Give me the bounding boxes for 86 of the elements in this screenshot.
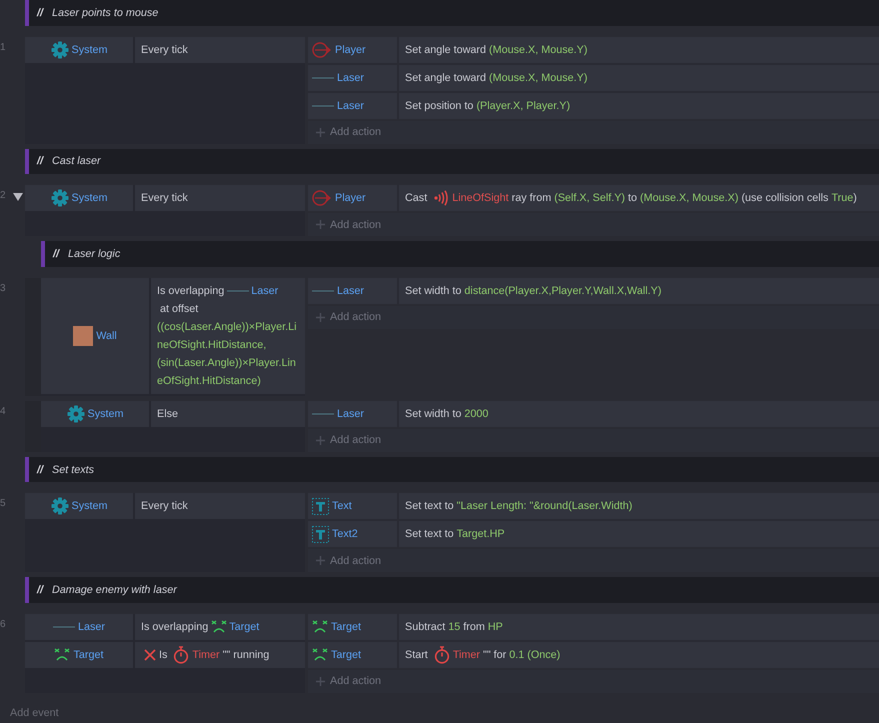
action-object[interactable]: Text xyxy=(308,493,397,520)
add-action-button[interactable]: Add action xyxy=(308,126,382,138)
plus-icon xyxy=(316,556,325,566)
condition-item[interactable]: Is overlapping Laser at offset ((cos(Laser.Angle))×Player.LineOfSight.HitDistance, (sin(Laser.Angle))×Player.LineOfSight.HitDistance) xyxy=(151,278,305,394)
add-action-button[interactable]: Add action xyxy=(308,554,382,567)
frown-icon xyxy=(211,620,228,634)
plus-icon xyxy=(316,220,325,230)
gear-icon xyxy=(50,40,68,59)
comment-marker: // xyxy=(37,155,43,168)
plus-icon xyxy=(316,676,325,686)
action-item[interactable]: Subtract 15 from HP xyxy=(399,614,879,640)
comment-marker: // xyxy=(53,248,59,260)
action-item[interactable]: Start Timer "" for 0.1 (Once) xyxy=(399,642,879,668)
condition-item[interactable]: Every tick xyxy=(135,493,305,520)
comment-text: Laser logic xyxy=(68,248,120,260)
action-object[interactable]: Laser xyxy=(308,278,397,304)
action-object[interactable]: Laser xyxy=(308,400,397,427)
condition-item[interactable]: Every tick xyxy=(135,185,305,212)
comment-text: Damage enemy with laser xyxy=(52,584,177,596)
circle-arrow-icon xyxy=(312,189,332,208)
action-object[interactable]: Laser xyxy=(308,64,397,91)
event-number: 3 xyxy=(0,282,6,294)
action-object[interactable]: Target xyxy=(308,614,397,640)
event-number: 4 xyxy=(0,406,6,417)
stopwatch-icon xyxy=(173,646,190,664)
condition-item[interactable]: Is overlapping Target xyxy=(135,614,305,640)
action-object[interactable]: Player xyxy=(308,185,397,212)
frown-icon xyxy=(312,620,328,634)
action-object[interactable]: Laser xyxy=(308,92,397,119)
condition-object[interactable]: System xyxy=(25,493,133,520)
condition-object[interactable]: System xyxy=(25,185,133,212)
comment-marker: // xyxy=(37,6,43,19)
frown-icon xyxy=(54,648,70,662)
action-object[interactable]: Player xyxy=(308,36,397,63)
comment-bar[interactable]: // Laser points to mouse xyxy=(25,0,879,26)
gear-icon xyxy=(50,497,68,516)
action-item[interactable]: Cast LineOfSight ray from (Self.X, Self.Y) to (Mouse.X, Mouse.X) (use collision cells True) xyxy=(399,185,879,212)
condition-object[interactable]: Laser xyxy=(25,614,133,640)
plus-icon xyxy=(316,312,325,322)
condition-object[interactable]: System xyxy=(41,400,149,427)
stopwatch-icon xyxy=(434,646,450,664)
add-action-button[interactable]: Add action xyxy=(308,434,382,446)
action-object[interactable]: Text2 xyxy=(308,521,397,548)
action-item[interactable]: Set text to Target.HP xyxy=(399,521,879,548)
action-item[interactable]: Set width to distance(Player.X,Player.Y,Wall.X,Wall.Y) xyxy=(399,278,879,304)
add-action-button[interactable]: Add action xyxy=(308,218,382,231)
action-object[interactable]: Target xyxy=(308,642,397,668)
comment-bar[interactable]: // Damage enemy with laser xyxy=(25,577,879,603)
comment-text: Set texts xyxy=(52,464,94,476)
condition-item[interactable]: Else xyxy=(151,400,305,427)
add-action-button[interactable]: Add action xyxy=(308,675,382,688)
comment-bar[interactable]: // Set texts xyxy=(25,456,879,482)
event-number: 6 xyxy=(0,618,6,630)
comment-marker: // xyxy=(37,584,43,596)
circle-arrow-icon xyxy=(312,40,332,59)
text-icon xyxy=(312,526,329,543)
comment-text: Cast laser xyxy=(52,155,101,168)
action-item[interactable]: Set angle toward (Mouse.X, Mouse.Y) xyxy=(399,36,879,63)
add-action-button[interactable]: Add action xyxy=(308,311,382,324)
action-item[interactable]: Set angle toward (Mouse.X, Mouse.Y) xyxy=(399,64,879,91)
condition-object[interactable]: Target xyxy=(25,642,133,668)
cross-icon xyxy=(144,648,156,661)
event-number: 5 xyxy=(0,498,6,510)
gear-icon xyxy=(50,189,68,208)
comment-text: Laser points to mouse xyxy=(52,6,158,19)
action-item[interactable]: Set width to 2000 xyxy=(399,400,879,427)
event-number: 2 xyxy=(0,190,6,202)
square-icon xyxy=(73,326,94,346)
comment-bar[interactable]: // Laser logic xyxy=(41,241,879,267)
gear-icon xyxy=(66,404,84,423)
text-icon xyxy=(312,498,329,515)
plus-icon xyxy=(316,128,325,137)
event-number: 1 xyxy=(0,42,6,53)
condition-object[interactable]: System xyxy=(25,36,133,63)
plus-icon xyxy=(316,436,325,445)
comment-bar[interactable]: // Cast laser xyxy=(25,148,879,174)
action-item[interactable]: Set text to "Laser Length: "&round(Laser.Width) xyxy=(399,493,879,520)
signal-icon xyxy=(433,190,450,206)
expand-toggle-icon[interactable] xyxy=(13,193,23,202)
condition-item[interactable]: Every tick xyxy=(135,36,305,63)
condition-object[interactable]: Wall xyxy=(41,278,149,394)
action-item[interactable]: Set position to (Player.X, Player.Y) xyxy=(399,92,879,119)
condition-item[interactable]: Is Timer "" running xyxy=(135,642,305,668)
frown-icon xyxy=(312,648,328,662)
comment-marker: // xyxy=(37,464,43,476)
add-event-button[interactable]: Add event xyxy=(0,702,69,723)
